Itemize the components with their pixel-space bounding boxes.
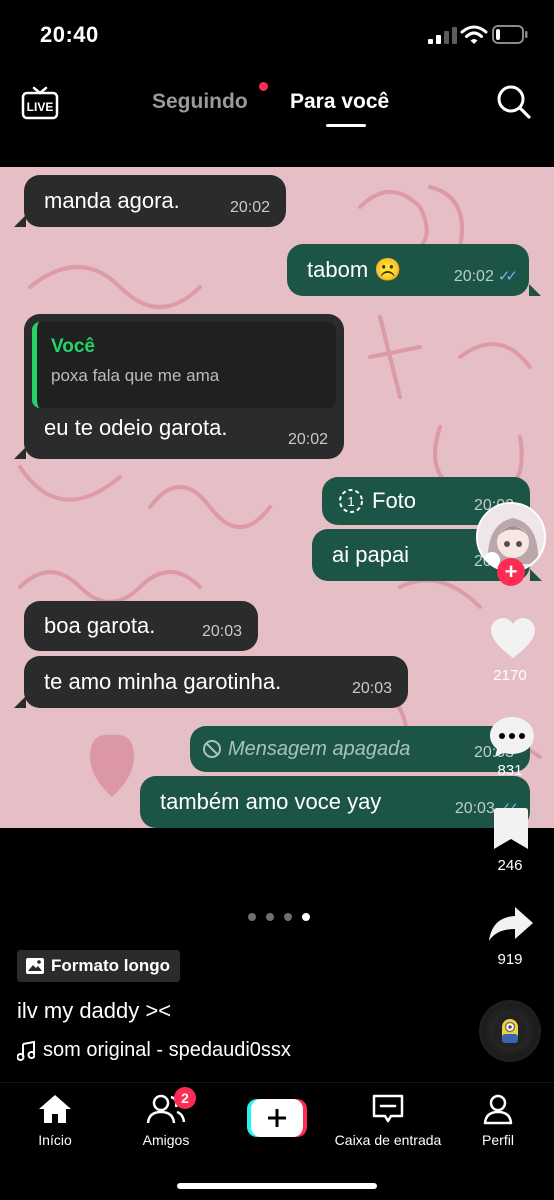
home-indicator (177, 1183, 377, 1189)
nav-home-label: Início (38, 1132, 72, 1148)
top-nav: LIVE Seguindo Para você (0, 70, 554, 160)
pager-dot[interactable] (284, 913, 292, 921)
home-icon (39, 1095, 71, 1123)
follow-button[interactable]: + (497, 558, 525, 586)
message-time: 20:02 ✓✓ (453, 267, 518, 286)
share-count: 919 (497, 951, 523, 968)
cellular-signal-icon (428, 27, 457, 44)
nav-profile[interactable]: Perfil (476, 1093, 520, 1148)
like-heart-icon[interactable] (490, 618, 536, 660)
message-text: te amo minha garotinha. (44, 669, 282, 694)
bubble-tail (14, 215, 26, 227)
carousel-pager (248, 913, 310, 921)
bubble-tail (14, 447, 26, 459)
svg-text:1: 1 (347, 494, 354, 509)
like-count: 2170 (493, 667, 527, 684)
pager-dot-active[interactable] (302, 913, 310, 921)
message-time: 20:02 (229, 199, 270, 216)
inbox-icon (372, 1094, 404, 1123)
music-disc[interactable] (479, 1000, 541, 1062)
create-plus-button[interactable] (247, 1099, 307, 1137)
minion-disc-icon (493, 1014, 527, 1048)
quoted-sender: Você (51, 336, 96, 357)
music-note-icon (17, 1040, 35, 1061)
nav-inbox-label: Caixa de entrada (334, 1132, 442, 1148)
format-tag-label: Formato longo (51, 956, 170, 975)
bubble-tail (530, 569, 542, 581)
bubble-tail (14, 696, 26, 708)
message-text: ai papai (332, 542, 410, 567)
bookmark-icon[interactable] (494, 808, 528, 850)
message-bubble-incoming[interactable]: te amo minha garotinha. 20:03 (24, 656, 408, 708)
message-bubble-reply[interactable]: Você poxa fala que me ama eu te odeio ga… (24, 314, 344, 459)
nav-inbox[interactable]: Caixa de entrada (330, 1093, 446, 1148)
search-icon[interactable] (496, 84, 532, 120)
time-text: 20:02 (453, 268, 494, 285)
quoted-text: poxa fala que me ama (51, 366, 220, 385)
message-text: boa garota. (44, 613, 156, 638)
time-text: 20:03 (454, 800, 495, 817)
message-time: 20:03 (351, 680, 392, 697)
message-text: eu te odeio garota. (44, 415, 228, 440)
deleted-message-icon (203, 740, 221, 758)
view-once-icon: 1 (339, 489, 363, 513)
message-bubble-incoming[interactable]: boa garota. 20:03 (24, 601, 258, 651)
message-time: 20:03 (201, 623, 242, 640)
message-text: manda agora. (44, 188, 180, 213)
status-bar: 20:40 (0, 0, 554, 70)
comment-count: 831 (497, 762, 523, 779)
tab-for-you[interactable]: Para você (290, 90, 389, 114)
pager-dot[interactable] (266, 913, 274, 921)
live-icon[interactable]: LIVE (21, 86, 59, 120)
video-caption[interactable]: ilv my daddy >< (17, 998, 171, 1024)
video-content-chat-screenshot[interactable]: manda agora. 20:02 tabom ☹️ 20:02 ✓✓ Você… (0, 167, 554, 828)
quoted-message[interactable]: Você poxa fala que me ama (32, 322, 336, 408)
friends-notification-badge: 2 (174, 1087, 196, 1109)
bubble-tail (529, 284, 541, 296)
message-text: Foto (372, 488, 417, 513)
message-text: também amo voce yay (160, 789, 382, 814)
message-bubble-outgoing[interactable]: também amo voce yay 20:03✓✓ (140, 776, 530, 828)
message-bubble-incoming[interactable]: manda agora. 20:02 (24, 175, 286, 227)
battery-icon (492, 25, 528, 44)
nav-profile-label: Perfil (482, 1132, 514, 1148)
image-icon (26, 958, 44, 974)
long-format-tag[interactable]: Formato longo (17, 950, 180, 982)
sound-link[interactable]: som original - spedaudi0ssx (17, 1039, 291, 1062)
message-time: 20:02 (287, 431, 328, 448)
pager-dot[interactable] (248, 913, 256, 921)
tab-following[interactable]: Seguindo (152, 90, 248, 114)
message-text: tabom ☹️ (307, 257, 402, 282)
live-label: LIVE (27, 100, 54, 114)
active-tab-underline (326, 124, 366, 127)
nav-home[interactable]: Início (28, 1093, 82, 1148)
sound-name: som original - spedaudi0ssx (43, 1039, 291, 1061)
read-receipt-icon: ✓✓ (497, 268, 518, 285)
message-text: Mensagem apagada (228, 737, 411, 760)
message-bubble-outgoing[interactable]: tabom ☹️ 20:02 ✓✓ (287, 244, 529, 296)
save-count: 246 (497, 857, 523, 874)
comment-icon[interactable] (489, 715, 535, 759)
status-time: 20:40 (40, 22, 99, 47)
profile-icon (483, 1094, 513, 1125)
wifi-icon (460, 25, 488, 44)
nav-friends-label: Amigos (142, 1132, 190, 1148)
share-arrow-icon[interactable] (488, 905, 534, 943)
following-notification-dot (259, 82, 268, 91)
